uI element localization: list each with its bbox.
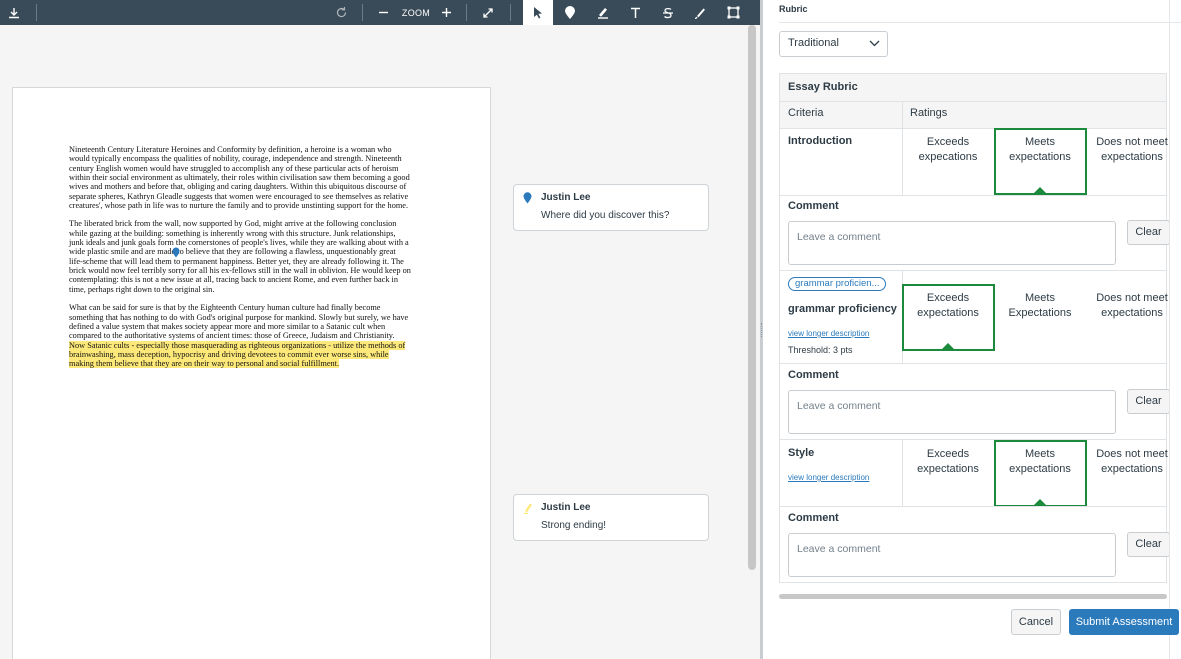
- map-pin-icon: [523, 192, 532, 204]
- document-viewer: ZOOM Nineteenth Century Literature Heroi…: [0, 0, 760, 659]
- annotation-card[interactable]: Justin Lee Strong ending!: [513, 494, 709, 541]
- select-icon[interactable]: [523, 0, 553, 25]
- document-page: Nineteenth Century Literature Heroines a…: [12, 87, 491, 659]
- comment-label: Comment: [788, 200, 839, 212]
- rubric-name: Essay Rubric: [788, 81, 858, 93]
- ratings-header: Ratings: [910, 107, 948, 119]
- resize-handle[interactable]: [761, 323, 762, 337]
- selected-marker-icon: [1033, 499, 1047, 506]
- rating-option[interactable]: Does not meet expectations: [1088, 447, 1176, 477]
- rating-option[interactable]: Exceeds expectations: [904, 447, 992, 477]
- paragraph: Nineteenth Century Literature Heroines a…: [69, 145, 410, 211]
- rating-option[interactable]: Meets Expectations: [996, 291, 1084, 321]
- divider: [780, 506, 1166, 507]
- zoom-out-icon[interactable]: [374, 0, 392, 25]
- rotate-icon[interactable]: [331, 0, 351, 25]
- annotation-author: Justin Lee: [541, 502, 591, 513]
- rubric-panel: Rubric Traditional Essay Rubric Criteria…: [763, 0, 1181, 659]
- threshold-text: Threshold: 3 pts: [788, 345, 853, 355]
- divider: [902, 102, 903, 129]
- comment-input[interactable]: Leave a comment: [788, 533, 1116, 577]
- area-icon[interactable]: [722, 0, 744, 25]
- strikeout-icon[interactable]: [658, 0, 678, 25]
- freedraw-icon[interactable]: [690, 0, 710, 25]
- divider: [780, 270, 1166, 271]
- toolbar-divider: [466, 4, 467, 21]
- paragraph: What can be said for sure is that by the…: [69, 303, 411, 369]
- highlighted-text[interactable]: Now Satanic cults - especially those mas…: [69, 340, 406, 369]
- view-description-link[interactable]: view longer description: [788, 473, 869, 482]
- comment-placeholder: Leave a comment: [797, 543, 881, 555]
- panel-scrollbar[interactable]: [1169, 0, 1181, 659]
- comment-placeholder: Leave a comment: [797, 231, 881, 243]
- zoom-in-icon[interactable]: [437, 0, 455, 25]
- annotation-toolbar: ZOOM: [0, 0, 760, 25]
- rubric-table: Essay Rubric Criteria Ratings Introducti…: [779, 73, 1170, 583]
- cancel-button[interactable]: Cancel: [1011, 609, 1061, 635]
- comment-label: Comment: [788, 512, 839, 524]
- annotation-author: Justin Lee: [541, 192, 591, 203]
- criteria-header: Criteria: [788, 107, 824, 119]
- table-header-row: [780, 102, 1166, 129]
- chevron-down-icon: [869, 40, 880, 47]
- selected-marker-icon: [1033, 187, 1047, 194]
- annotation-text: Where did you discover this?: [541, 210, 670, 221]
- zoom-text: ZOOM: [401, 7, 431, 18]
- comment-input[interactable]: Leave a comment: [788, 390, 1116, 434]
- view-description-link[interactable]: view longer description: [788, 329, 869, 338]
- outcome-tag[interactable]: grammar proficien...: [788, 277, 887, 291]
- toolbar-divider: [36, 4, 37, 21]
- map-pin-icon[interactable]: [172, 247, 180, 258]
- point-annotation-icon[interactable]: [560, 0, 580, 25]
- rating-option[interactable]: Does not meet expectations: [1088, 291, 1176, 321]
- submit-assessment-button[interactable]: Submit Assessment: [1069, 609, 1179, 635]
- highlight-icon[interactable]: [593, 0, 613, 25]
- divider: [902, 129, 903, 196]
- fullscreen-icon[interactable]: [478, 0, 498, 25]
- clear-button[interactable]: Clear: [1127, 220, 1170, 245]
- divider: [780, 363, 1166, 364]
- selected-rating: [994, 440, 1087, 507]
- text-icon[interactable]: [625, 0, 645, 25]
- divider: [780, 195, 1166, 196]
- clear-button[interactable]: Clear: [1127, 532, 1170, 557]
- toolbar-divider: [362, 4, 363, 21]
- selected-marker-icon: [941, 343, 955, 350]
- document-text: Nineteenth Century Literature Heroines a…: [69, 145, 411, 378]
- rubric-type-value: Traditional: [788, 37, 839, 49]
- zoom-label: ZOOM: [398, 0, 434, 25]
- divider: [780, 439, 1166, 440]
- comment-placeholder: Leave a comment: [797, 400, 881, 412]
- paragraph: The liberated brick from the wall, now s…: [69, 219, 411, 294]
- toolbar-divider: [510, 4, 511, 21]
- selected-rating: [902, 284, 995, 351]
- rubric-type-select[interactable]: Traditional: [779, 31, 888, 57]
- annotation-card[interactable]: Justin Lee Where did you discover this?: [513, 184, 709, 231]
- rating-option[interactable]: Exceeds expecations: [904, 135, 992, 165]
- paragraph-text: What can be said for sure is that by the…: [69, 303, 409, 341]
- rubric-title: Rubric: [779, 4, 808, 14]
- selected-rating: [994, 128, 1087, 195]
- rating-option[interactable]: Does not meet expectations: [1088, 135, 1176, 165]
- comment-input[interactable]: Leave a comment: [788, 221, 1116, 265]
- highlighter-icon: [524, 503, 532, 514]
- divider: [779, 22, 1181, 23]
- annotation-text: Strong ending!: [541, 520, 607, 531]
- download-icon[interactable]: [4, 0, 24, 25]
- criterion-name: Style: [788, 447, 815, 459]
- criterion-name: grammar proficiency: [788, 303, 897, 315]
- viewer-scrollbar[interactable]: [748, 25, 756, 570]
- criterion-name: Introduction: [788, 135, 853, 147]
- clear-button[interactable]: Clear: [1127, 389, 1170, 414]
- comment-label: Comment: [788, 369, 839, 381]
- rubric-horizontal-scrollbar[interactable]: [779, 594, 1167, 599]
- divider: [902, 440, 903, 506]
